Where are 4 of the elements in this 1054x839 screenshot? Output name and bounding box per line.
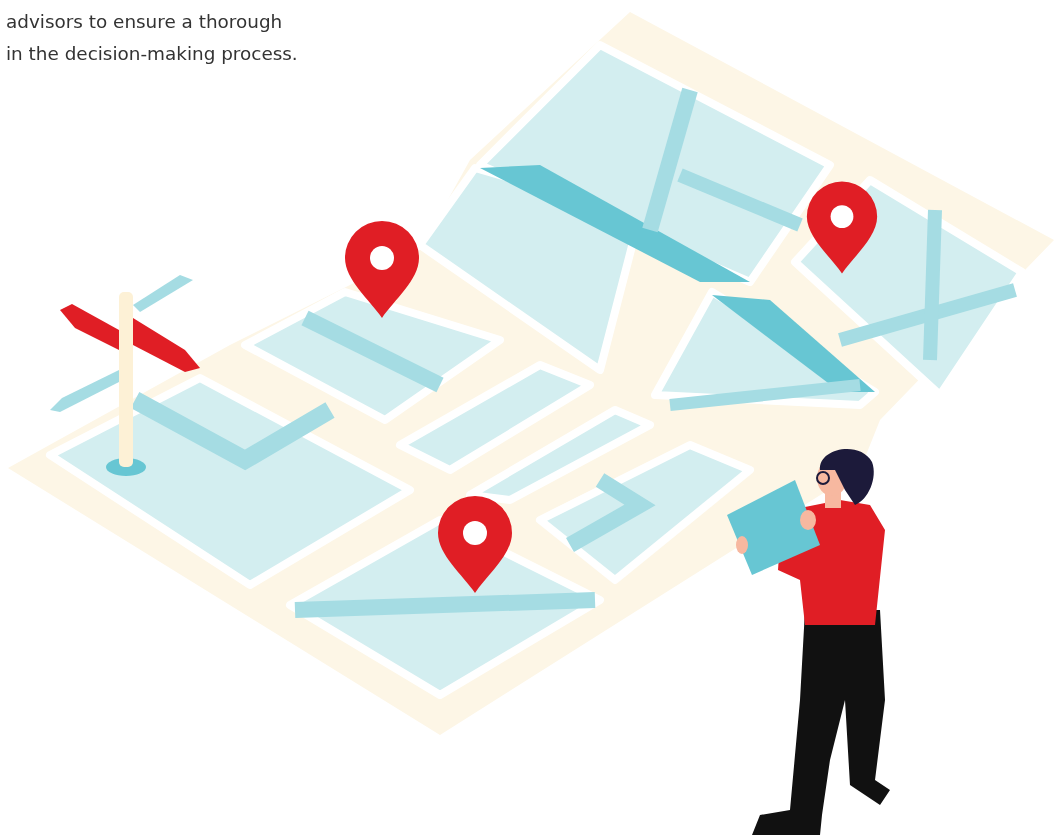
map-pin-icon <box>438 496 512 593</box>
paragraph-text: advisors to ensure a thorough in the decision-making process. <box>5 10 298 66</box>
map-pin-icon <box>345 221 419 318</box>
map-pin-icon <box>806 181 878 274</box>
